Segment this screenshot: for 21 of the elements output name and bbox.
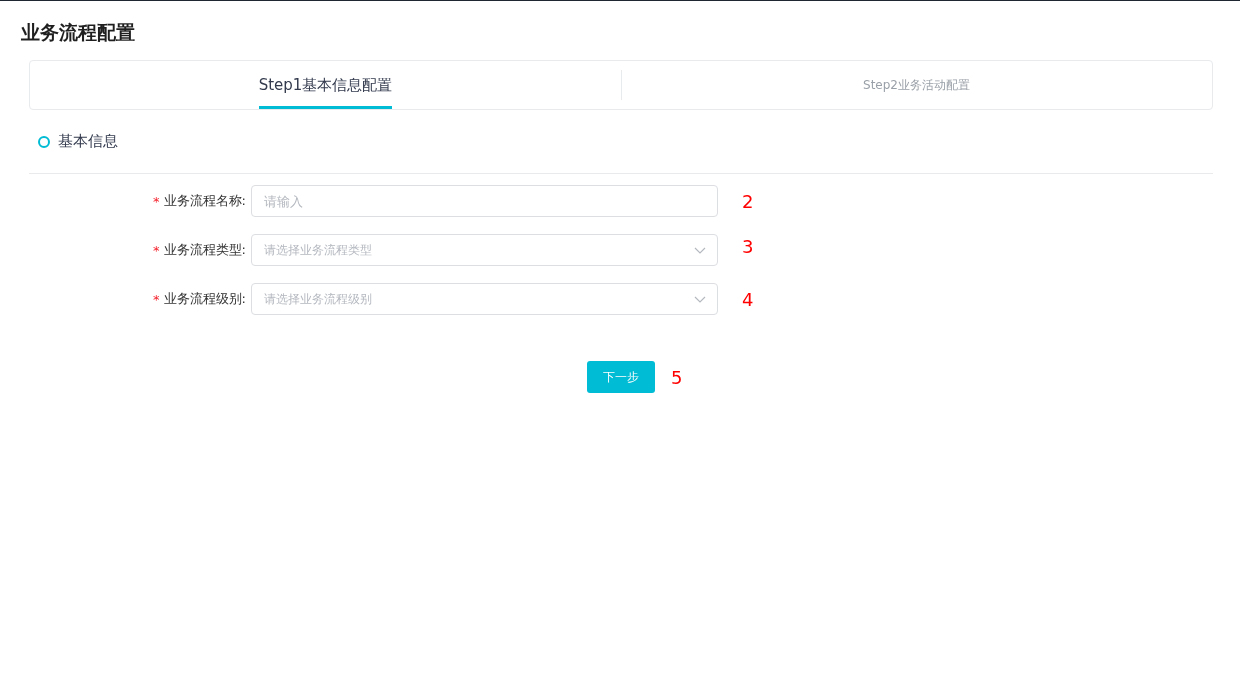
select-field[interactable]: 请选择业务流程类型	[251, 234, 718, 266]
step-tab[interactable]: Step2业务活动配置	[863, 61, 970, 109]
annotation-number: 5	[671, 366, 683, 388]
required-mark: *	[153, 193, 160, 209]
next-step-button[interactable]: 下一步	[587, 361, 655, 393]
field-label: 业务流程类型:	[163, 241, 246, 259]
chevron-down-icon	[694, 296, 706, 303]
section-title: 基本信息	[58, 132, 118, 151]
annotation-number: 2	[742, 190, 754, 212]
required-mark: *	[153, 291, 160, 307]
select-field[interactable]: 请选择业务流程级别	[251, 283, 718, 315]
text-field[interactable]: 请输入	[251, 185, 718, 217]
annotation-number: 3	[742, 235, 754, 257]
field-label: 业务流程级别:	[163, 290, 246, 308]
field-label: 业务流程名称:	[163, 192, 246, 210]
step-tab[interactable]: Step1基本信息配置	[258, 61, 393, 109]
section-ring-icon	[38, 135, 50, 148]
required-mark: *	[153, 242, 160, 258]
chevron-down-icon	[694, 247, 706, 254]
page-title: 业务流程配置	[20, 20, 136, 45]
annotation-number: 4	[742, 288, 754, 310]
